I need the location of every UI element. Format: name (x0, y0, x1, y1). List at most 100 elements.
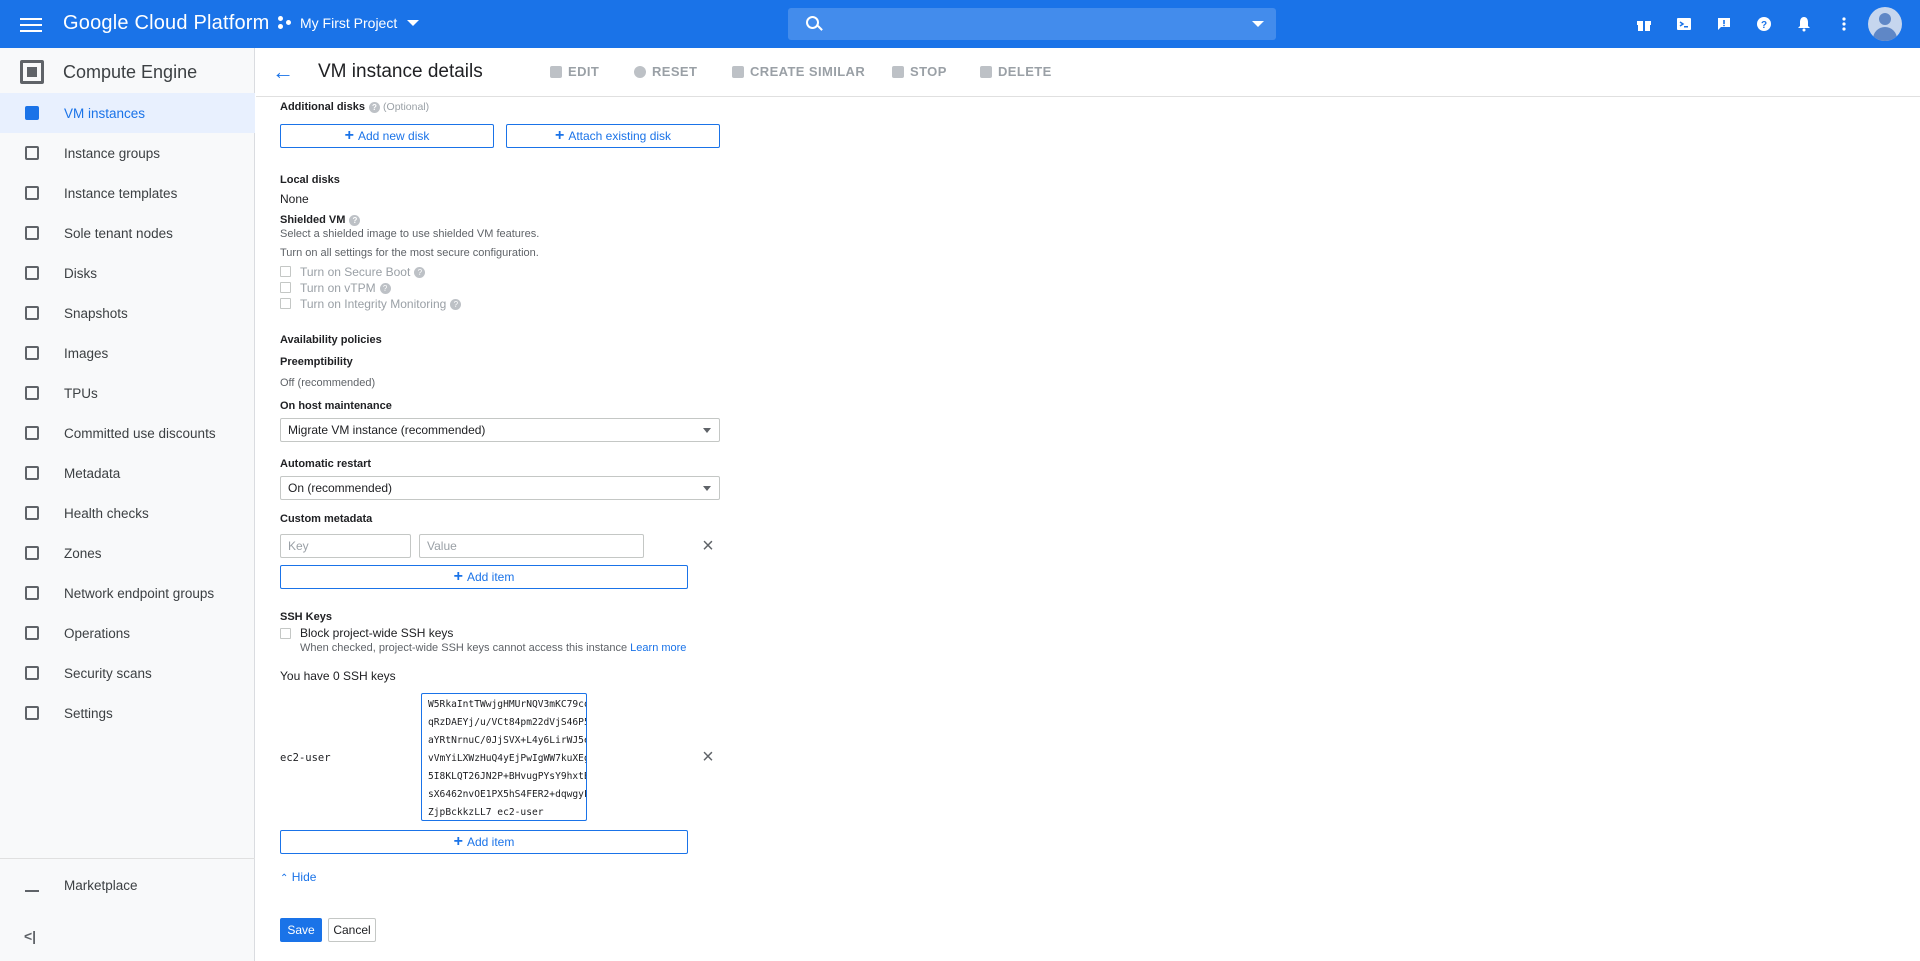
sidebar-item-label: Zones (64, 545, 102, 561)
sidebar-title: Compute Engine (63, 62, 198, 82)
auto-restart-select[interactable]: On (recommended) (280, 476, 720, 500)
sidebar-item-label: Operations (64, 625, 131, 641)
notifications-icon[interactable] (1794, 14, 1814, 34)
sidebar-item-settings[interactable]: Settings (0, 693, 255, 733)
sole-tenant-icon (25, 226, 39, 240)
network-endpoint-icon (25, 586, 39, 600)
integrity-checkbox[interactable] (280, 298, 291, 309)
sidebar-item-operations[interactable]: Operations (0, 613, 255, 653)
help-icon[interactable]: ? (1754, 14, 1774, 34)
sidebar-header: Compute Engine (0, 48, 255, 96)
sidebar-item-label: Settings (64, 705, 113, 721)
sidebar-item-vm-instances[interactable]: VM instances (0, 93, 255, 133)
more-vert-icon[interactable] (1834, 14, 1854, 34)
feedback-icon[interactable] (1714, 14, 1734, 34)
hide-link[interactable]: ⌃ Hide (280, 870, 316, 884)
sidebar-item-committed-use-discounts[interactable]: Committed use discounts (0, 413, 255, 453)
sidebar-item-sole-tenant-nodes[interactable]: Sole tenant nodes (0, 213, 255, 253)
sidebar-item-label: Security scans (64, 665, 152, 681)
help-icon[interactable]: ? (349, 214, 361, 226)
cart-icon (25, 878, 39, 892)
project-icon (278, 16, 292, 30)
search-input[interactable] (788, 8, 1276, 40)
edit-button[interactable]: EDIT (550, 64, 599, 79)
brand-title[interactable]: Google Cloud Platform (63, 12, 270, 35)
help-icon[interactable]: ? (414, 267, 426, 279)
help-icon[interactable]: ? (368, 101, 380, 113)
sidebar-item-label: Health checks (64, 505, 149, 521)
project-selector[interactable]: My First Project (278, 15, 420, 31)
sidebar-item-label: Images (64, 345, 109, 361)
secure-boot-label: Turn on Secure Boot? (300, 265, 426, 279)
create-similar-button[interactable]: CREATE SIMILAR (732, 64, 865, 79)
metadata-value-input[interactable]: Value (419, 534, 644, 558)
stop-button[interactable]: STOP (892, 64, 947, 79)
sidebar-item-instance-templates[interactable]: Instance templates (0, 173, 255, 213)
search-dropdown-icon[interactable] (1252, 21, 1264, 27)
menu-icon[interactable] (20, 14, 42, 34)
metadata-icon (25, 466, 39, 480)
sidebar-item-label: TPUs (64, 385, 98, 401)
cloud-shell-icon[interactable] (1674, 14, 1694, 34)
delete-button[interactable]: DELETE (980, 64, 1052, 79)
discount-icon (25, 426, 39, 440)
sidebar-item-tpus[interactable]: TPUs (0, 373, 255, 413)
sidebar-item-label: Metadata (64, 465, 121, 481)
secure-boot-checkbox[interactable] (280, 266, 291, 277)
local-disks-value: None (280, 192, 309, 206)
trash-icon (980, 65, 992, 78)
sidebar-item-marketplace[interactable]: Marketplace (0, 865, 255, 905)
help-icon[interactable]: ? (379, 283, 391, 295)
sidebar-item-label: Committed use discounts (64, 425, 216, 441)
help-icon[interactable]: ? (450, 299, 462, 311)
ssh-key-textarea[interactable]: W5RkaIntTWwjgHMUrNQV3mKC79coDosfPYoQa2AR… (421, 693, 587, 821)
save-button[interactable]: Save (280, 918, 322, 942)
add-new-disk-button[interactable]: + Add new disk (280, 124, 494, 148)
learn-more-link[interactable]: Learn more (630, 642, 686, 654)
chevron-up-icon: ⌃ (280, 873, 289, 884)
auto-restart-label: Automatic restart (280, 458, 372, 470)
sidebar-item-label: Network endpoint groups (64, 585, 215, 601)
copy-icon (732, 65, 744, 78)
attach-existing-disk-button[interactable]: + Attach existing disk (506, 124, 720, 148)
collapse-sidebar-icon[interactable]: <| (24, 928, 36, 944)
reset-button[interactable]: RESET (634, 64, 697, 79)
sidebar-item-security-scans[interactable]: Security scans (0, 653, 255, 693)
close-icon[interactable]: × (700, 536, 716, 556)
sidebar-item-zones[interactable]: Zones (0, 533, 255, 573)
instance-groups-icon (25, 146, 39, 160)
availability-label: Availability policies (280, 334, 382, 346)
cancel-button[interactable]: Cancel (328, 918, 376, 942)
block-ssh-keys-checkbox[interactable] (280, 628, 291, 639)
add-metadata-item-button[interactable]: + Add item (280, 565, 688, 589)
metadata-key-input[interactable]: Key (280, 534, 411, 558)
sidebar-item-instance-groups[interactable]: Instance groups (0, 133, 255, 173)
add-ssh-key-button[interactable]: + Add item (280, 830, 688, 854)
sidebar-item-snapshots[interactable]: Snapshots (0, 293, 255, 333)
close-icon[interactable]: × (700, 747, 716, 767)
sidebar-item-disks[interactable]: Disks (0, 253, 255, 293)
ssh-key-line: vVmYiLXWzHuQ4yEjPwIgWW7kuXEgA+pF+G2AcNn6… (428, 753, 586, 764)
preemptibility-label: Preemptibility (280, 356, 353, 368)
sidebar-item-images[interactable]: Images (0, 333, 255, 373)
health-checks-icon (25, 506, 39, 520)
custom-metadata-label: Custom metadata (280, 513, 373, 525)
gift-icon[interactable] (1634, 14, 1654, 34)
sidebar-item-label: Instance templates (64, 185, 178, 201)
plus-icon: + (453, 568, 463, 585)
disks-icon (25, 266, 39, 280)
avatar[interactable] (1868, 7, 1902, 41)
vtpm-checkbox[interactable] (280, 282, 291, 293)
page-title: VM instance details (318, 61, 483, 82)
back-arrow-icon[interactable]: ← (272, 60, 296, 84)
shielded-vm-label: Shielded VM? (280, 214, 361, 226)
chevron-down-icon (703, 428, 711, 433)
sidebar-item-network-endpoint-groups[interactable]: Network endpoint groups (0, 573, 255, 613)
sidebar-item-metadata[interactable]: Metadata (0, 453, 255, 493)
ssh-keys-count: You have 0 SSH keys (280, 669, 396, 683)
sidebar-item-label: Disks (64, 265, 97, 281)
ssh-keys-label: SSH Keys (280, 611, 332, 623)
sidebar-item-health-checks[interactable]: Health checks (0, 493, 255, 533)
security-scans-icon (25, 666, 39, 680)
host-maintenance-select[interactable]: Migrate VM instance (recommended) (280, 418, 720, 442)
